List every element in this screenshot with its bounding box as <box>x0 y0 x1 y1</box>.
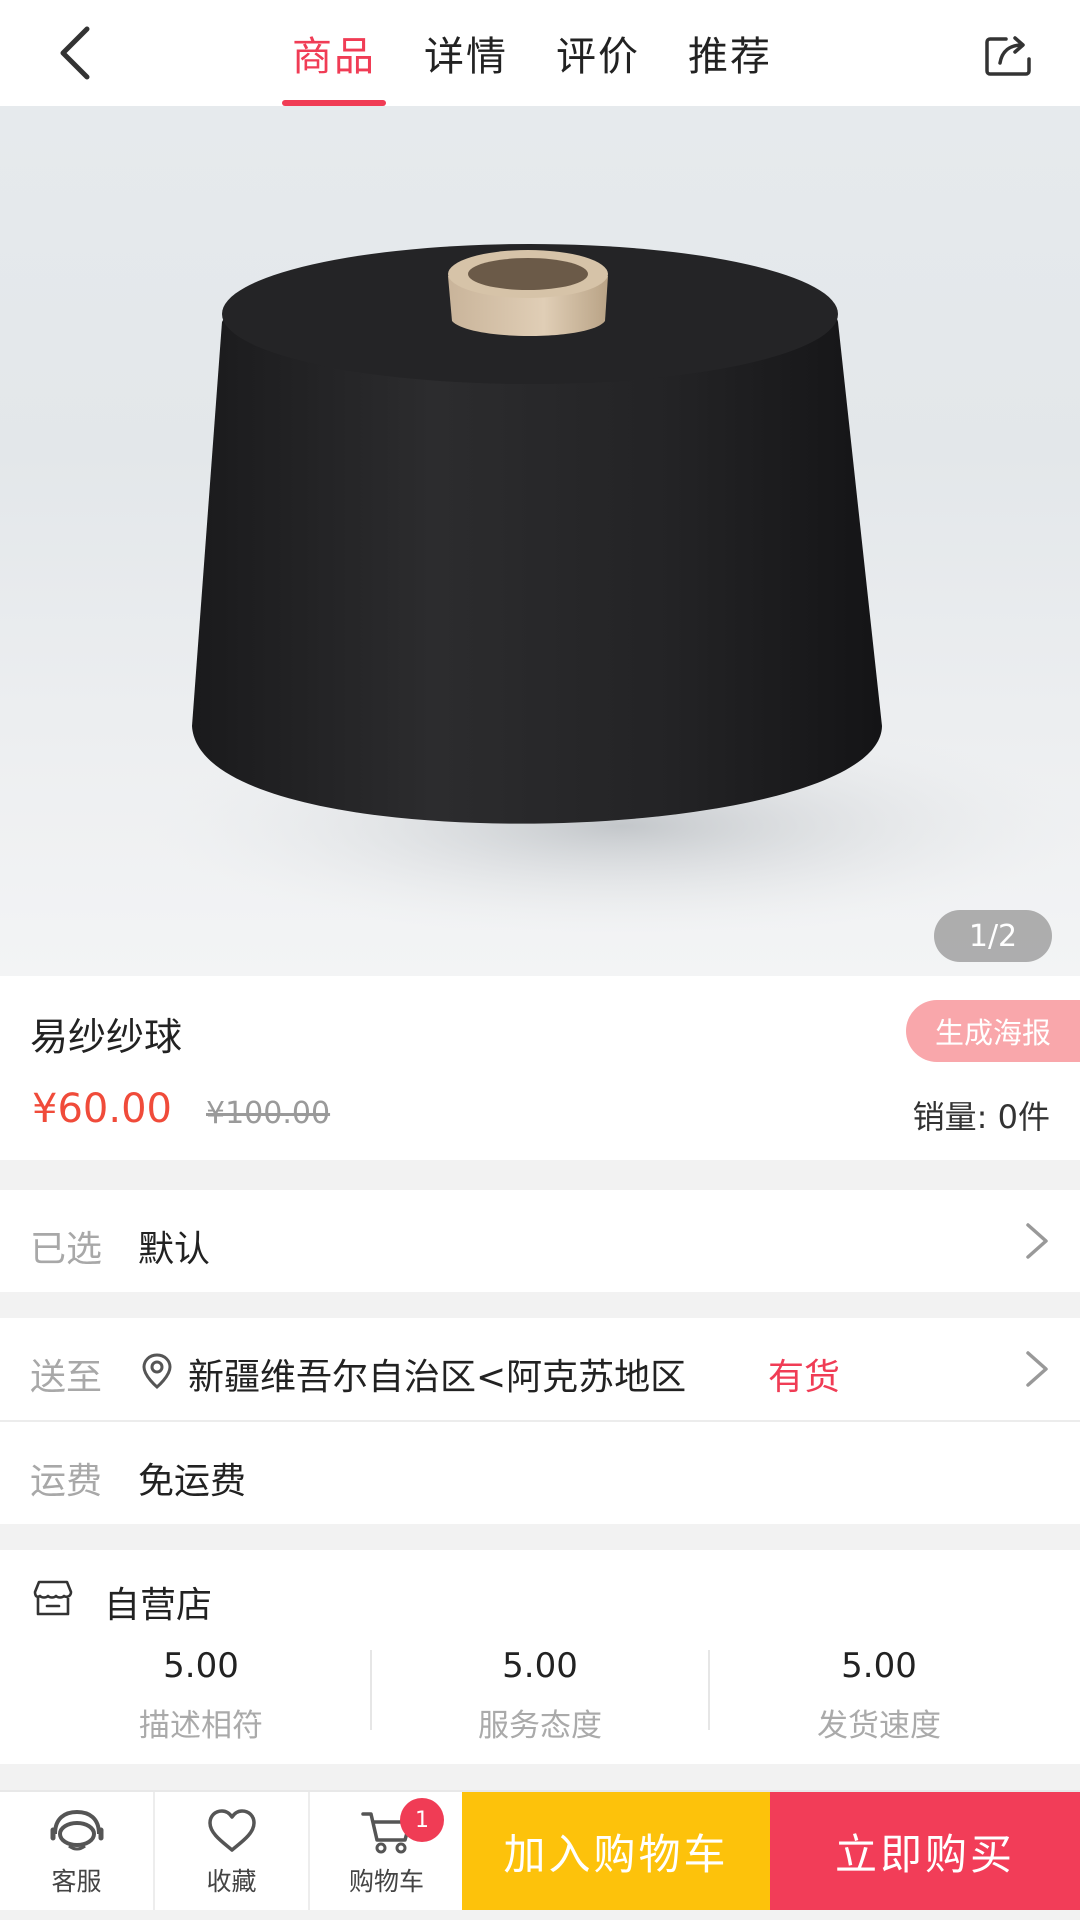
favorite-button[interactable]: 收藏 <box>155 1792 308 1910</box>
selected-label: 已选 <box>30 1229 103 1270</box>
chevron-right-icon <box>1026 1223 1048 1259</box>
stock-status: 有货 <box>768 1357 841 1398</box>
selected-value: 默认 <box>138 1229 211 1270</box>
favorite-label: 收藏 <box>206 1867 257 1896</box>
cart-button[interactable]: 购物车 1 <box>310 1792 463 1910</box>
rating-label: 描述相符 <box>139 1708 263 1744</box>
rating-label: 发货速度 <box>817 1708 941 1744</box>
top-nav: 商品 详情 评价 推荐 <box>0 0 1080 106</box>
tab-details[interactable]: 详情 <box>400 0 532 106</box>
delivery-address: 新疆维吾尔自治区<阿克苏地区 <box>188 1357 687 1398</box>
customer-service-button[interactable]: 客服 <box>0 1792 153 1910</box>
rating-value: 5.00 <box>163 1646 239 1686</box>
store-icon <box>33 1580 73 1616</box>
shipping-label: 运费 <box>30 1461 103 1502</box>
original-price: ¥100.00 <box>206 1096 331 1131</box>
product-page: 商品 详情 评价 推荐 1/2 易纱纱球 生成海报 ¥60.00 ¥100.00… <box>0 0 1080 1920</box>
rating-shipping-speed: 5.00 发货速度 <box>710 1646 1048 1745</box>
share-icon <box>985 36 1031 76</box>
product-info: 易纱纱球 生成海报 ¥60.00 ¥100.00 销量: 0件 <box>0 976 1080 1160</box>
chevron-right-icon <box>1026 1351 1048 1387</box>
cart-label: 购物车 <box>348 1867 424 1896</box>
store-name: 自营店 <box>104 1585 213 1626</box>
shipping-value: 免运费 <box>138 1461 247 1502</box>
share-button[interactable] <box>974 20 1044 90</box>
back-button[interactable] <box>40 18 110 88</box>
chevron-left-icon <box>60 26 90 80</box>
tab-product[interactable]: 商品 <box>268 0 400 106</box>
product-image-carousel[interactable]: 1/2 <box>0 106 1080 976</box>
tab-reviews[interactable]: 评价 <box>532 0 664 106</box>
heart-icon <box>207 1809 256 1852</box>
location-pin-icon <box>142 1353 172 1389</box>
rating-label: 服务态度 <box>478 1708 602 1744</box>
shipping-row: 运费 免运费 <box>0 1422 1080 1524</box>
tab-recommend[interactable]: 推荐 <box>664 0 796 106</box>
add-to-cart-button[interactable]: 加入购物车 <box>462 1792 770 1910</box>
product-price: ¥60.00 <box>32 1086 172 1132</box>
bottom-action-bar: 客服 收藏 购物车 1 加入购物车 立即购买 <box>0 1790 1080 1910</box>
store-section[interactable]: 自营店 5.00 描述相符 5.00 服务态度 5.00 发货速度 <box>0 1550 1080 1764</box>
headset-icon <box>50 1809 103 1851</box>
delivery-label: 送至 <box>30 1357 103 1398</box>
product-name: 易纱纱球 <box>30 1015 183 1059</box>
rating-value: 5.00 <box>502 1646 578 1686</box>
rating-description: 5.00 描述相符 <box>32 1646 370 1745</box>
sales-count: 销量: 0件 <box>912 1098 1050 1136</box>
generate-poster-button[interactable]: 生成海报 <box>906 1000 1080 1062</box>
rating-service: 5.00 服务态度 <box>371 1646 709 1745</box>
product-image <box>150 244 1080 936</box>
cart-count-badge: 1 <box>400 1798 444 1842</box>
service-label: 客服 <box>51 1867 102 1896</box>
image-pager: 1/2 <box>934 910 1052 962</box>
buy-now-button[interactable]: 立即购买 <box>770 1792 1080 1910</box>
selected-spec-row[interactable]: 已选 默认 <box>0 1190 1080 1292</box>
delivery-row[interactable]: 送至 新疆维吾尔自治区<阿克苏地区 有货 <box>0 1318 1080 1420</box>
rating-value: 5.00 <box>841 1646 917 1686</box>
